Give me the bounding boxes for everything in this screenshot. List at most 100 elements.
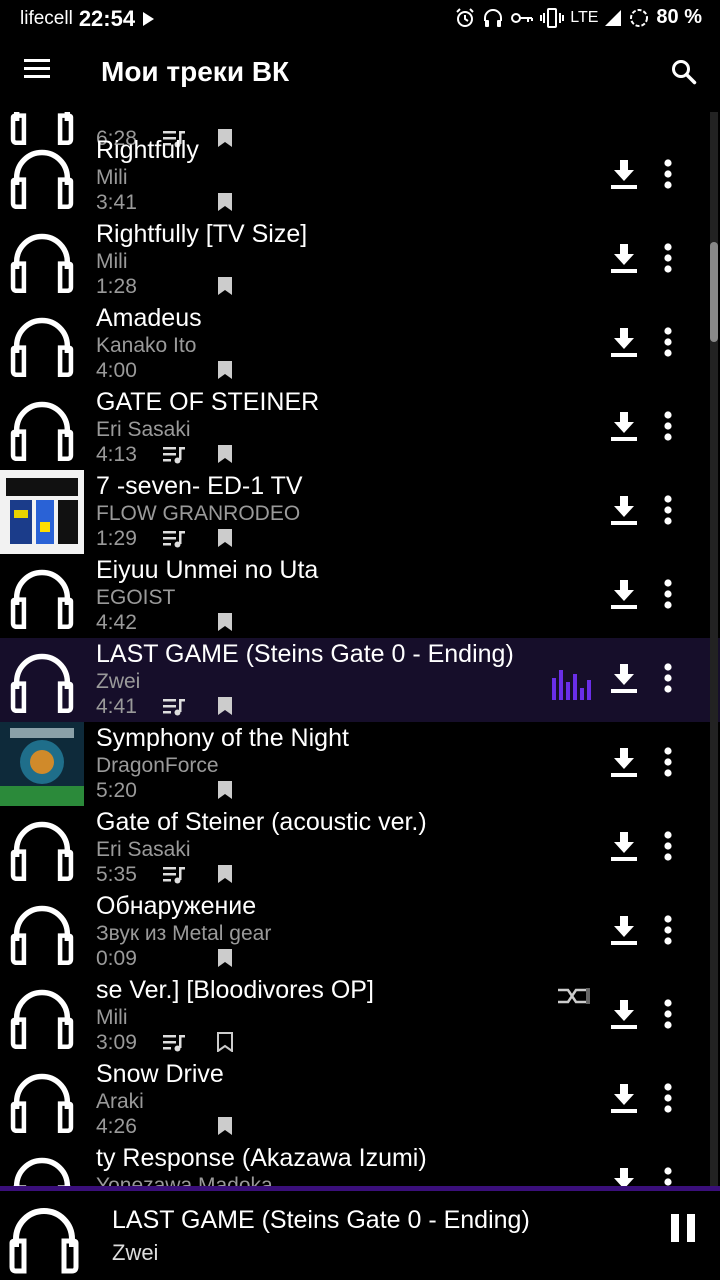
playlist-icon (163, 530, 185, 548)
track-artist: Eri Sasaki (96, 418, 191, 441)
playback-progress-bar[interactable] (0, 1186, 720, 1191)
hamburger-menu-icon[interactable] (22, 58, 58, 88)
download-icon[interactable] (610, 242, 640, 276)
download-icon[interactable] (610, 1082, 640, 1116)
track-artist: Eri Sasaki (96, 838, 191, 861)
bookmark-icon[interactable] (216, 276, 234, 296)
bookmark-icon[interactable] (216, 444, 234, 464)
album-art (0, 722, 84, 806)
more-options-icon[interactable] (662, 326, 686, 360)
track-row[interactable]: GATE OF STEINER Eri Sasaki 4:13 (0, 386, 720, 470)
track-row[interactable]: 7 -seven- ED-1 TV FLOW GRANRODEO 1:29 (0, 470, 720, 554)
track-row[interactable]: Amadeus Kanako Ito 4:00 (0, 302, 720, 386)
download-icon[interactable] (610, 914, 640, 948)
playlist-icon (163, 1034, 185, 1052)
track-artist: Araki (96, 1090, 144, 1113)
track-row[interactable]: Eiyuu Unmei no Uta EGOIST 4:42 (0, 554, 720, 638)
track-title: ty Response (Akazawa Izumi) (96, 1144, 427, 1172)
track-row[interactable]: Gate of Steiner (acoustic ver.) Eri Sasak… (0, 806, 720, 890)
more-options-icon[interactable] (662, 158, 686, 192)
track-duration: 3:41 (96, 191, 137, 214)
more-options-icon[interactable] (662, 578, 686, 612)
track-row[interactable]: Symphony of the Night DragonForce 5:20 (0, 722, 720, 806)
headset-icon (482, 7, 504, 29)
bookmark-icon[interactable] (216, 948, 234, 968)
track-duration: 4:41 (96, 695, 137, 718)
download-icon[interactable] (610, 326, 640, 360)
headphones-icon (0, 302, 84, 386)
more-options-icon[interactable] (662, 1082, 686, 1116)
headphones-icon (0, 1194, 88, 1280)
headphones-icon (0, 134, 84, 218)
status-bar: lifecell 22:54 LTE 80 % (0, 0, 720, 36)
track-row[interactable]: Rightfully Mili 3:41 (0, 134, 720, 218)
clock: 22:54 (78, 6, 136, 31)
headphones-icon (0, 1142, 84, 1188)
track-row[interactable]: ty Response (Akazawa Izumi) Yonezawa Mado… (0, 1142, 720, 1188)
track-title: Gate of Steiner (acoustic ver.) (96, 808, 427, 836)
track-artist: Mili (96, 166, 128, 189)
track-title: se Ver.] [Bloodivores OP] (96, 976, 374, 1004)
alarm-icon (454, 7, 476, 29)
more-options-icon[interactable] (662, 830, 686, 864)
more-options-icon[interactable] (662, 662, 686, 696)
scrollbar-thumb[interactable] (710, 242, 718, 342)
playlist-icon (163, 866, 185, 884)
track-row[interactable]: Обнаружение Звук из Metal gear 0:09 (0, 890, 720, 974)
pause-icon[interactable] (668, 1212, 702, 1248)
download-icon[interactable] (610, 662, 640, 696)
track-list[interactable]: 6:28 Rightfully Mili 3:41 Rightfully [TV Siz… (0, 112, 720, 1188)
bookmark-icon[interactable] (216, 696, 234, 716)
more-options-icon[interactable] (662, 1166, 686, 1188)
track-duration: 5:35 (96, 863, 137, 886)
carrier-name: lifecell (20, 8, 73, 29)
track-title: LAST GAME (Steins Gate 0 - Ending) (96, 640, 514, 668)
track-row[interactable]: Snow Drive Araki 4:26 (0, 1058, 720, 1142)
track-artist: EGOIST (96, 586, 176, 609)
equalizer-icon (550, 666, 592, 702)
track-artist: DragonForce (96, 754, 219, 777)
more-options-icon[interactable] (662, 410, 686, 444)
download-icon[interactable] (610, 998, 640, 1032)
track-title: Обнаружение (96, 892, 257, 920)
key-icon (510, 11, 534, 25)
track-duration: 0:09 (96, 947, 137, 970)
headphones-icon (0, 974, 84, 1058)
track-duration: 1:28 (96, 275, 137, 298)
download-icon[interactable] (610, 578, 640, 612)
app-bar: Мои треки ВК (0, 36, 720, 112)
bookmark-icon[interactable] (216, 780, 234, 800)
more-options-icon[interactable] (662, 494, 686, 528)
track-row[interactable]: Rightfully [TV Size] Mili 1:28 (0, 218, 720, 302)
play-icon (141, 11, 155, 27)
mini-player[interactable]: LAST GAME (Steins Gate 0 - Ending) Zwei (0, 1186, 720, 1280)
more-options-icon[interactable] (662, 914, 686, 948)
track-row[interactable]: se Ver.] [Bloodivores OP] Mili 3:09 (0, 974, 720, 1058)
bookmark-icon[interactable] (216, 1032, 234, 1053)
bookmark-icon[interactable] (216, 1116, 234, 1136)
more-options-icon[interactable] (662, 998, 686, 1032)
more-options-icon[interactable] (662, 746, 686, 780)
search-icon[interactable] (670, 58, 704, 92)
track-artist: Mili (96, 1006, 128, 1029)
headphones-icon (0, 554, 84, 638)
now-playing-title: LAST GAME (Steins Gate 0 - Ending) (112, 1206, 530, 1234)
network-type: LTE (570, 8, 599, 26)
track-row[interactable]: LAST GAME (Steins Gate 0 - Ending) Zwei 4:… (0, 638, 720, 722)
download-icon[interactable] (610, 494, 640, 528)
headphones-icon (0, 218, 84, 302)
download-icon[interactable] (610, 1166, 640, 1188)
download-icon[interactable] (610, 410, 640, 444)
download-icon[interactable] (610, 830, 640, 864)
track-title: Snow Drive (96, 1060, 224, 1088)
more-options-icon[interactable] (662, 242, 686, 276)
bookmark-icon[interactable] (216, 360, 234, 380)
download-icon[interactable] (610, 158, 640, 192)
download-icon[interactable] (610, 746, 640, 780)
bookmark-icon[interactable] (216, 528, 234, 548)
bookmark-icon[interactable] (216, 612, 234, 632)
track-title: Rightfully [TV Size] (96, 220, 308, 248)
headphones-icon (0, 806, 84, 890)
bookmark-icon[interactable] (216, 192, 234, 212)
bookmark-icon[interactable] (216, 864, 234, 884)
